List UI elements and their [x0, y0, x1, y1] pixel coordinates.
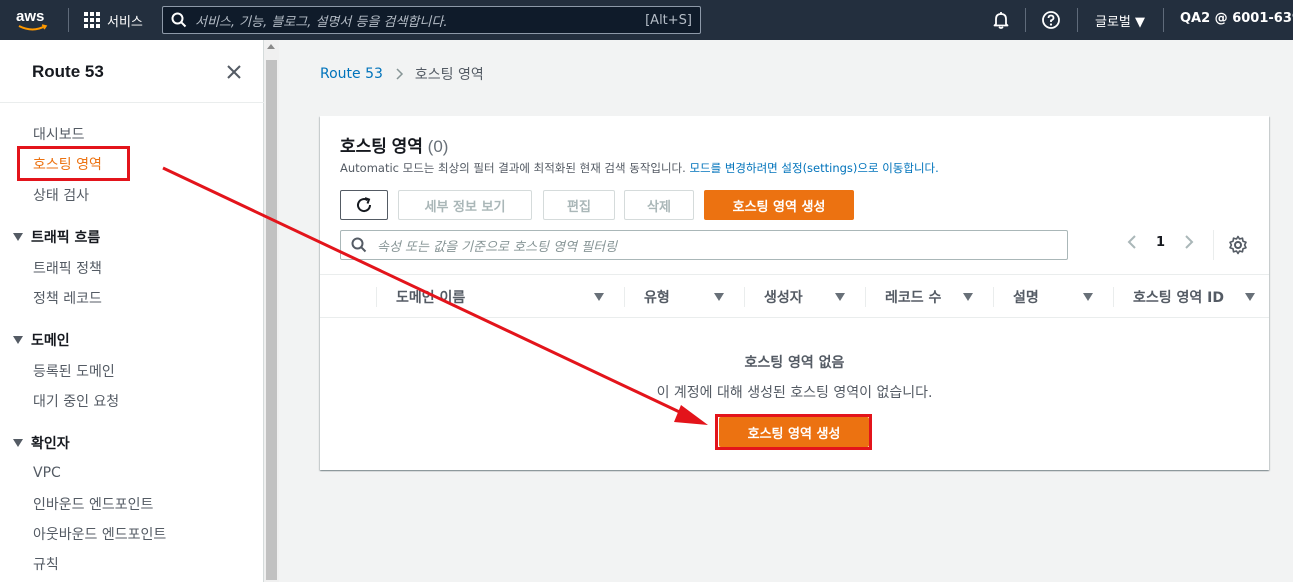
- sidebar-item-dashboard[interactable]: 대시보드: [33, 124, 85, 144]
- column-label: 유형: [644, 289, 670, 306]
- topbar-divider: [68, 8, 69, 32]
- column-header-hosted-zone-id[interactable]: 호스팅 영역 ID: [1113, 275, 1269, 318]
- caret-down-icon: [13, 439, 23, 447]
- page-title: 호스팅 영역 (0): [340, 132, 448, 157]
- delete-button[interactable]: 삭제: [624, 190, 694, 220]
- refresh-icon: [357, 197, 372, 213]
- column-header-type[interactable]: 유형: [624, 275, 744, 318]
- chevron-left-icon[interactable]: [1126, 234, 1138, 250]
- region-selector[interactable]: 글로벌 ▼: [1095, 11, 1145, 30]
- sort-caret-icon: [594, 292, 604, 301]
- grid-icon: [84, 12, 101, 29]
- global-search-input[interactable]: 서비스, 기능, 블로그, 설명서 등을 검색합니다. [Alt+S]: [162, 6, 701, 34]
- page-number[interactable]: 1: [1156, 235, 1165, 250]
- topbar-divider: [1163, 8, 1164, 32]
- panel-title-text: 호스팅 영역: [340, 137, 423, 156]
- help-icon[interactable]: [1041, 10, 1061, 30]
- services-label: 서비스: [107, 15, 143, 30]
- scroll-thumb[interactable]: [266, 60, 277, 580]
- panel-count: (0): [427, 137, 449, 156]
- gear-icon[interactable]: [1228, 235, 1248, 255]
- column-label: 설명: [1013, 289, 1039, 306]
- sidebar-item-inbound-endpoints[interactable]: 인바운드 엔드포인트: [33, 494, 153, 514]
- close-icon[interactable]: [224, 62, 244, 82]
- column-label: 도메인 이름: [396, 289, 466, 306]
- sort-caret-icon: [1245, 292, 1255, 301]
- column-label: 레코드 수: [885, 289, 942, 306]
- sidebar-item-traffic-policies[interactable]: 트래픽 정책: [33, 258, 102, 278]
- sidebar-section-resolver[interactable]: 확인자: [13, 433, 70, 453]
- aws-logo-text: aws: [16, 8, 45, 25]
- services-menu-button[interactable]: 서비스: [84, 11, 143, 30]
- sidebar-scrollbar[interactable]: [264, 40, 279, 582]
- table-header: 도메인 이름 유형 생성자 레코드 수 설명 호스팅 영역 ID: [320, 274, 1269, 318]
- sidebar-item-health-checks[interactable]: 상태 검사: [33, 185, 89, 205]
- description-text: Automatic 모드는 최상의 필터 결과에 최적화된 현재 검색 동작입니…: [340, 161, 686, 175]
- highlight-box-create-button: [715, 414, 872, 450]
- sidebar-divider: [0, 102, 264, 103]
- sidebar-section-domains[interactable]: 도메인: [13, 330, 70, 350]
- search-shortcut: [Alt+S]: [645, 12, 692, 28]
- empty-state-description: 이 계정에 대해 생성된 호스팅 영역이 없습니다.: [656, 385, 933, 401]
- section-label: 확인자: [31, 436, 70, 452]
- chevron-right-icon[interactable]: [1183, 234, 1195, 250]
- chevron-right-icon: [396, 68, 403, 80]
- breadcrumb: Route 53 호스팅 영역: [320, 64, 484, 84]
- scroll-up-arrow-icon[interactable]: [267, 44, 275, 49]
- edit-button[interactable]: 편집: [543, 190, 615, 220]
- column-header-record-count[interactable]: 레코드 수: [865, 275, 993, 318]
- empty-state-title: 호스팅 영역 없음: [744, 355, 845, 371]
- sidebar-item-policy-records[interactable]: 정책 레코드: [33, 288, 102, 308]
- sidebar-item-rules[interactable]: 규칙: [33, 554, 59, 574]
- sidebar-item-registered-domains[interactable]: 등록된 도메인: [33, 361, 115, 381]
- sidebar-item-vpcs[interactable]: VPC: [33, 465, 61, 481]
- search-placeholder: 서비스, 기능, 블로그, 설명서 등을 검색합니다.: [195, 14, 448, 30]
- top-navigation-bar: aws 서비스 서비스, 기능, 블로그, 설명서 등을 검색합니다. [Alt…: [0, 0, 1293, 40]
- sidebar-item-pending-requests[interactable]: 대기 중인 요청: [33, 391, 119, 411]
- highlight-box-sidebar: [17, 146, 130, 181]
- pagination-divider: [1213, 230, 1214, 260]
- topbar-divider: [1025, 8, 1026, 32]
- refresh-button[interactable]: [340, 190, 388, 220]
- breadcrumb-current: 호스팅 영역: [414, 67, 484, 83]
- sort-caret-icon: [1083, 292, 1093, 301]
- sort-caret-icon: [835, 292, 845, 301]
- filter-placeholder: 속성 또는 값을 기준으로 호스팅 영역 필터링: [377, 239, 618, 255]
- filter-input[interactable]: 속성 또는 값을 기준으로 호스팅 영역 필터링: [340, 230, 1068, 260]
- sidebar-section-traffic-flow[interactable]: 트래픽 흐름: [13, 227, 100, 247]
- bell-icon[interactable]: [991, 10, 1011, 30]
- side-navigation: Route 53 대시보드 호스팅 영역 상태 검사 트래픽 흐름 트래픽 정책…: [0, 40, 264, 582]
- sidebar-title: Route 53: [32, 62, 104, 81]
- column-header-created-by[interactable]: 생성자: [744, 275, 865, 318]
- sidebar-item-outbound-endpoints[interactable]: 아웃바운드 엔드포인트: [33, 524, 166, 544]
- search-icon: [171, 12, 187, 28]
- breadcrumb-root-link[interactable]: Route 53: [320, 66, 383, 82]
- column-label: 호스팅 영역 ID: [1133, 289, 1224, 306]
- pagination: 1: [1126, 234, 1195, 250]
- create-hosted-zone-button[interactable]: 호스팅 영역 생성: [704, 190, 854, 220]
- column-header-domain-name[interactable]: 도메인 이름: [376, 275, 624, 318]
- search-icon: [351, 237, 367, 253]
- section-label: 트래픽 흐름: [31, 230, 101, 246]
- sort-caret-icon: [963, 292, 973, 301]
- caret-down-icon: [13, 336, 23, 344]
- topbar-divider: [1077, 8, 1078, 32]
- sort-caret-icon: [714, 292, 724, 301]
- caret-down-icon: [13, 233, 23, 241]
- panel-description: Automatic 모드는 최상의 필터 결과에 최적화된 현재 검색 동작입니…: [340, 160, 939, 176]
- settings-link[interactable]: 모드를 변경하려면 설정(settings)으로 이동합니다.: [689, 161, 938, 175]
- aws-smile-icon: [18, 24, 48, 31]
- account-menu[interactable]: QA2 @ 6001-6396-3: [1180, 11, 1293, 26]
- section-label: 도메인: [31, 333, 70, 349]
- view-details-button[interactable]: 세부 정보 보기: [398, 190, 532, 220]
- column-header-description[interactable]: 설명: [993, 275, 1113, 318]
- column-label: 생성자: [764, 289, 803, 306]
- aws-logo[interactable]: aws: [16, 8, 52, 34]
